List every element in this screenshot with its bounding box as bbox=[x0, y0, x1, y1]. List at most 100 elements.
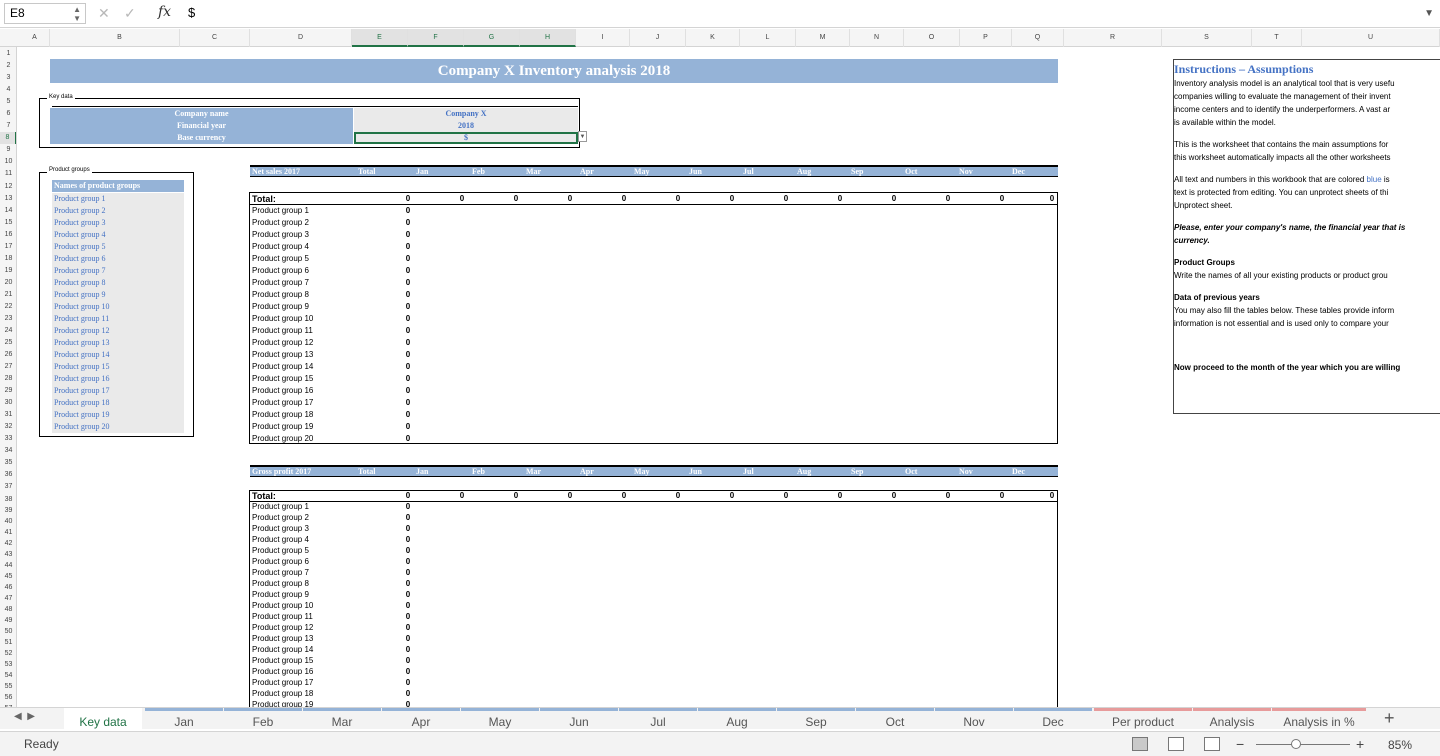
zoom-out-icon[interactable]: − bbox=[1236, 736, 1244, 752]
row-header[interactable]: 14 bbox=[0, 205, 16, 217]
row-header[interactable]: 36 bbox=[0, 469, 16, 481]
zoom-slider-knob[interactable] bbox=[1291, 739, 1301, 749]
row-header[interactable]: 15 bbox=[0, 217, 16, 229]
normal-view-icon[interactable] bbox=[1132, 737, 1148, 751]
row-header[interactable]: 27 bbox=[0, 361, 16, 373]
add-sheet-icon[interactable]: + bbox=[1384, 708, 1395, 729]
product-group-input[interactable]: Product group 16 bbox=[52, 373, 184, 385]
row-header[interactable]: 18 bbox=[0, 253, 16, 265]
zoom-slider[interactable] bbox=[1256, 744, 1350, 745]
sheet-tab[interactable]: Feb bbox=[224, 708, 302, 730]
product-group-input[interactable]: Product group 3 bbox=[52, 217, 184, 229]
financial-year-input[interactable]: 2018 bbox=[354, 120, 578, 132]
name-box[interactable]: E8 ▲ ▼ bbox=[4, 3, 86, 24]
sheet-tab[interactable]: Nov bbox=[935, 708, 1013, 730]
row-header[interactable]: 34 bbox=[0, 445, 16, 457]
product-group-input[interactable]: Product group 2 bbox=[52, 205, 184, 217]
row-header[interactable]: 22 bbox=[0, 301, 16, 313]
product-group-input[interactable]: Product group 19 bbox=[52, 409, 184, 421]
column-header[interactable]: N bbox=[850, 29, 904, 47]
expand-formula-bar-icon[interactable]: ▼ bbox=[1424, 8, 1434, 19]
column-header[interactable]: J bbox=[630, 29, 686, 47]
row-header[interactable]: 23 bbox=[0, 313, 16, 325]
row-header[interactable]: 12 bbox=[0, 181, 16, 193]
column-header[interactable]: B bbox=[60, 29, 180, 47]
row-header[interactable]: 29 bbox=[0, 385, 16, 397]
sheet-tab[interactable]: Analysis in % bbox=[1272, 708, 1366, 730]
cancel-icon[interactable]: ✕ bbox=[98, 5, 110, 22]
column-header[interactable]: S bbox=[1162, 29, 1252, 47]
row-header[interactable]: 20 bbox=[0, 277, 16, 289]
row-header[interactable]: 26 bbox=[0, 349, 16, 361]
row-header[interactable]: 13 bbox=[0, 193, 16, 205]
row-header[interactable]: 28 bbox=[0, 373, 16, 385]
sheet-tab[interactable]: Jan bbox=[145, 708, 223, 730]
column-header[interactable]: A bbox=[20, 29, 50, 47]
page-break-icon[interactable] bbox=[1204, 737, 1220, 751]
row-header[interactable]: 33 bbox=[0, 433, 16, 445]
column-header[interactable]: U bbox=[1302, 29, 1440, 47]
name-box-spinner-icon[interactable]: ▲ ▼ bbox=[73, 5, 81, 23]
sheet-tab[interactable]: Mar bbox=[303, 708, 381, 730]
column-header[interactable]: R bbox=[1064, 29, 1162, 47]
product-group-input[interactable]: Product group 1 bbox=[52, 193, 184, 205]
row-header[interactable]: 21 bbox=[0, 289, 16, 301]
column-header[interactable]: P bbox=[960, 29, 1012, 47]
company-name-input[interactable]: Company X bbox=[354, 108, 578, 120]
product-group-input[interactable]: Product group 9 bbox=[52, 289, 184, 301]
sheet-tab[interactable]: Oct bbox=[856, 708, 934, 730]
base-currency-input[interactable]: $ bbox=[354, 132, 578, 144]
row-header[interactable]: 3 bbox=[0, 72, 16, 84]
confirm-icon[interactable]: ✓ bbox=[124, 5, 136, 22]
worksheet-grid[interactable]: Company X Inventory analysis 2018 Key da… bbox=[17, 47, 1440, 707]
column-header[interactable]: E bbox=[352, 29, 408, 47]
sheet-nav-icon[interactable]: ◀ ▶ bbox=[14, 711, 35, 722]
zoom-in-icon[interactable]: + bbox=[1356, 736, 1364, 752]
row-header[interactable]: 9 bbox=[0, 144, 16, 156]
insert-function-icon[interactable]: fx bbox=[158, 4, 171, 20]
row-header[interactable]: 16 bbox=[0, 229, 16, 241]
product-group-input[interactable]: Product group 6 bbox=[52, 253, 184, 265]
row-header[interactable]: 35 bbox=[0, 457, 16, 469]
product-group-input[interactable]: Product group 13 bbox=[52, 337, 184, 349]
column-header[interactable]: L bbox=[740, 29, 796, 47]
row-header[interactable]: 31 bbox=[0, 409, 16, 421]
page-layout-icon[interactable] bbox=[1168, 737, 1184, 751]
product-group-input[interactable]: Product group 10 bbox=[52, 301, 184, 313]
column-header[interactable]: T bbox=[1252, 29, 1302, 47]
product-group-input[interactable]: Product group 14 bbox=[52, 349, 184, 361]
row-header[interactable]: 8 bbox=[0, 132, 16, 144]
row-header[interactable]: 25 bbox=[0, 337, 16, 349]
column-header[interactable]: M bbox=[796, 29, 850, 47]
product-group-input[interactable]: Product group 17 bbox=[52, 385, 184, 397]
column-header[interactable]: I bbox=[576, 29, 630, 47]
row-header[interactable]: 10 bbox=[0, 156, 16, 168]
product-group-input[interactable]: Product group 4 bbox=[52, 229, 184, 241]
row-header[interactable]: 17 bbox=[0, 241, 16, 253]
sheet-tab[interactable]: Jun bbox=[540, 708, 618, 730]
row-header[interactable]: 24 bbox=[0, 325, 16, 337]
row-header[interactable]: 5 bbox=[0, 96, 16, 108]
product-group-input[interactable]: Product group 12 bbox=[52, 325, 184, 337]
product-group-input[interactable]: Product group 8 bbox=[52, 277, 184, 289]
row-header[interactable]: 4 bbox=[0, 84, 16, 96]
column-header[interactable]: F bbox=[408, 29, 464, 47]
product-group-input[interactable]: Product group 20 bbox=[52, 421, 184, 433]
sheet-tab[interactable]: Aug bbox=[698, 708, 776, 730]
currency-dropdown-icon[interactable]: ▼ bbox=[578, 131, 587, 142]
row-header[interactable]: 6 bbox=[0, 108, 16, 120]
sheet-tab[interactable]: Sep bbox=[777, 708, 855, 730]
product-group-input[interactable]: Product group 18 bbox=[52, 397, 184, 409]
column-header[interactable]: G bbox=[464, 29, 520, 47]
row-header[interactable]: 32 bbox=[0, 421, 16, 433]
row-header[interactable]: 1 bbox=[0, 48, 16, 60]
column-header[interactable]: Q bbox=[1012, 29, 1064, 47]
row-header[interactable]: 19 bbox=[0, 265, 16, 277]
sheet-tab[interactable]: Jul bbox=[619, 708, 697, 730]
product-group-input[interactable]: Product group 11 bbox=[52, 313, 184, 325]
product-group-input[interactable]: Product group 15 bbox=[52, 361, 184, 373]
column-header[interactable]: O bbox=[904, 29, 960, 47]
row-header[interactable]: 30 bbox=[0, 397, 16, 409]
sheet-tab[interactable]: May bbox=[461, 708, 539, 730]
column-header[interactable]: K bbox=[686, 29, 740, 47]
